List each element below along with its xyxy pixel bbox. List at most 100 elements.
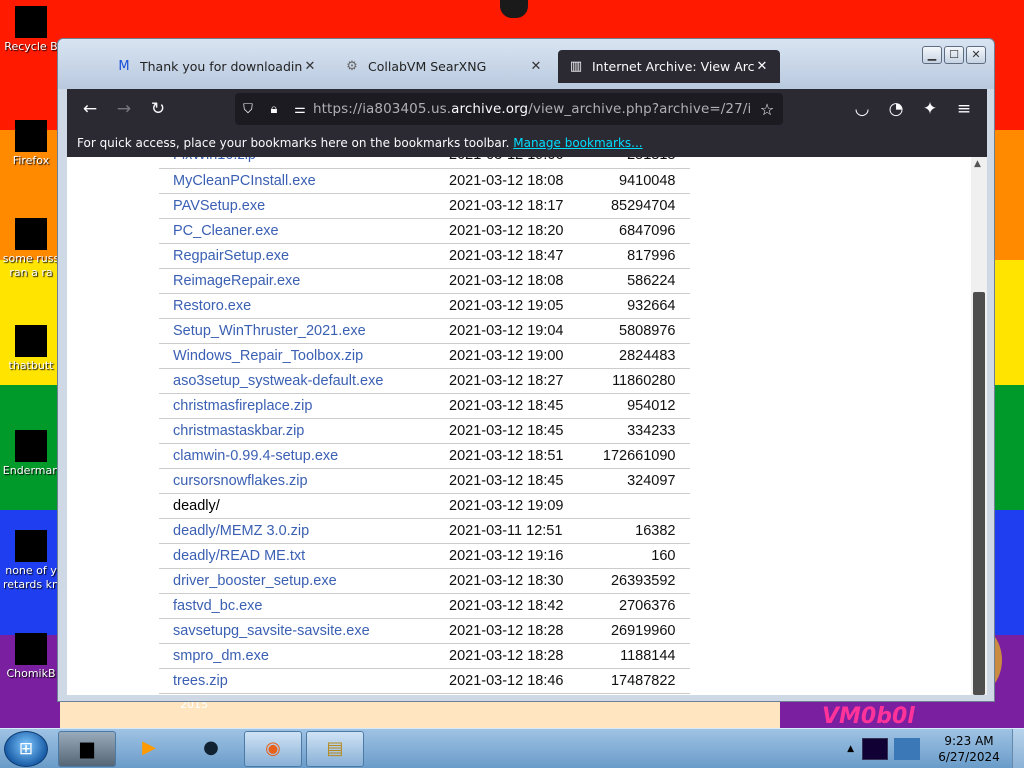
file-link[interactable]: aso3setup_systweak-default.exe <box>173 373 383 389</box>
reload-button[interactable]: ↻ <box>141 93 175 125</box>
file-link[interactable]: fastvd_bc.exe <box>173 598 262 614</box>
scrollbar-thumb[interactable] <box>973 292 985 695</box>
table-row: driver_booster_setup.exe 2021-03-12 18:30… <box>159 568 690 594</box>
start-button[interactable]: ⊞ <box>4 731 48 767</box>
file-link[interactable]: PC_Cleaner.exe <box>173 223 279 239</box>
cell-size <box>577 493 690 519</box>
table-row: cursorsnowflakes.zip 2021-03-12 18:45 3240… <box>159 468 690 494</box>
cell-name: FixWin10.zip <box>159 157 435 169</box>
lock-icon[interactable]: 🔒︎ <box>261 102 287 117</box>
url-bar[interactable]: ⛉ 🔒︎ ⚌ https://ia803405.us.archive.org/v… <box>235 93 783 125</box>
file-link[interactable]: Restoro.exe <box>173 298 251 314</box>
cell-name: Restoro.exe <box>159 293 435 319</box>
forward-button[interactable]: → <box>107 93 141 125</box>
account-icon[interactable]: ◔ <box>879 93 913 125</box>
file-link[interactable]: deadly/MEMZ 3.0.zip <box>173 523 309 539</box>
desktop-icon[interactable]: Enderman <box>0 430 62 478</box>
vertical-scrollbar[interactable]: ▲ <box>971 157 987 695</box>
tab-close-icon[interactable]: ✕ <box>754 59 770 74</box>
table-row: deadly/READ ME.txt 2021-03-12 19:16 160 <box>159 543 690 569</box>
navigation-toolbar: ← → ↻ ⛉ 🔒︎ ⚌ https://ia803405.us.archive… <box>67 89 987 129</box>
taskbar-item-media[interactable]: ▶ <box>120 731 178 767</box>
desktop-icon-label: thatbutt <box>8 359 54 372</box>
tab-malwarebytes[interactable]: M Thank you for downloading Ma✕ <box>106 50 328 83</box>
tab-searxng[interactable]: ⚙ CollabVM SearXNG ✕ <box>334 50 554 83</box>
media-player-icon: ▶ <box>142 737 156 758</box>
taskbar-item-window[interactable]: ▤ <box>306 731 364 767</box>
file-link[interactable]: PAVSetup.exe <box>173 198 265 214</box>
file-link[interactable]: christmasfireplace.zip <box>173 398 312 414</box>
file-link[interactable]: FixWin10.zip <box>173 157 256 163</box>
cell-name: Windows_Repair_Toolbox.zip <box>159 343 435 369</box>
file-link[interactable]: savsetupg_savsite-savsite.exe <box>173 623 370 639</box>
file-link[interactable]: MyCleanPCInstall.exe <box>173 173 316 189</box>
permissions-icon[interactable]: ⚌ <box>287 102 313 117</box>
taskbar-item-firefox[interactable]: ◉ <box>244 731 302 767</box>
archive-listing-table: FixWin10.zip2021-03-12 19:06251818 MyClea… <box>159 157 690 694</box>
tab-archive[interactable]: ▥ Internet Archive: View Archive✕ <box>558 50 780 83</box>
manage-bookmarks-link[interactable]: Manage bookmarks... <box>513 136 642 150</box>
file-link[interactable]: Setup_WinThruster_2021.exe <box>173 323 366 339</box>
shield-icon[interactable]: ⛉ <box>235 102 261 117</box>
file-link[interactable]: Windows_Repair_Toolbox.zip <box>173 348 363 364</box>
close-window-button[interactable]: ✕ <box>966 46 986 64</box>
tray-monitor-icon[interactable] <box>862 738 888 760</box>
file-link[interactable]: smpro_dm.exe <box>173 648 269 664</box>
file-link[interactable]: ReimageRepair.exe <box>173 273 300 289</box>
desktop-icon[interactable]: some russ ran a ra <box>0 218 62 280</box>
cell-date: 2021-03-12 18:42 <box>435 593 578 619</box>
file-link[interactable]: christmastaskbar.zip <box>173 423 304 439</box>
cell-date: 2021-03-12 19:16 <box>435 543 578 569</box>
scroll-up-icon[interactable]: ▲ <box>974 159 981 169</box>
table-row: fastvd_bc.exe 2021-03-12 18:42 2706376 <box>159 593 690 619</box>
file-link[interactable]: cursorsnowflakes.zip <box>173 473 308 489</box>
toolbar-right-actions: ◡ ◔ ✦ ≡ <box>845 93 981 125</box>
table-row: PC_Cleaner.exe 2021-03-12 18:20 6847096 <box>159 218 690 244</box>
cell-size: 932664 <box>577 293 690 319</box>
desktop-icon-label: ChomikB <box>6 667 56 680</box>
extensions-icon[interactable]: ✦ <box>913 93 947 125</box>
wallpaper-text-vm: VM0b0l <box>822 704 915 729</box>
desktop-icon-image <box>15 218 47 250</box>
desktop-icon[interactable]: ChomikB <box>0 633 62 681</box>
pocket-icon[interactable]: ◡ <box>845 93 879 125</box>
cell-name: ReimageRepair.exe <box>159 268 435 294</box>
table-row: Setup_WinThruster_2021.exe 2021-03-12 19:… <box>159 318 690 344</box>
cell-name: clamwin-0.99.4-setup.exe <box>159 443 435 469</box>
file-link[interactable]: deadly/READ ME.txt <box>173 548 305 564</box>
bookmark-star-icon[interactable]: ☆ <box>751 100 783 119</box>
cell-name: aso3setup_systweak-default.exe <box>159 368 435 394</box>
taskbar-item-explorer[interactable]: ▆ <box>58 731 116 767</box>
file-link[interactable]: driver_booster_setup.exe <box>173 573 337 589</box>
cell-size: 586224 <box>577 268 690 294</box>
show-desktop-button[interactable] <box>1012 729 1024 768</box>
desktop-icon-label: none of y <box>5 564 57 577</box>
back-button[interactable]: ← <box>73 93 107 125</box>
tray-expand-icon[interactable]: ▲ <box>847 744 854 754</box>
desktop-icon[interactable]: thatbutt <box>0 325 62 373</box>
cell-date: 2021-03-12 18:28 <box>435 618 578 644</box>
table-row: deadly/MEMZ 3.0.zip 2021-03-11 12:51 16382 <box>159 518 690 544</box>
url-text[interactable]: https://ia803405.us.archive.org/view_arc… <box>313 101 751 117</box>
desktop-icon[interactable]: Recycle B <box>0 6 62 54</box>
table-row: Restoro.exe 2021-03-12 19:05 932664 <box>159 293 690 319</box>
cell-date: 2021-03-12 18:46 <box>435 668 578 694</box>
desktop-icon[interactable]: none of y retards kn <box>0 530 62 592</box>
tray-network-icon[interactable] <box>894 738 920 760</box>
tab-close-icon[interactable]: ✕ <box>528 59 544 74</box>
table-row: FixWin10.zip 2021-03-12 19:06251818 <box>159 157 690 169</box>
clock[interactable]: 9:23 AM 6/27/2024 <box>926 733 1012 765</box>
file-link[interactable]: trees.zip <box>173 673 228 689</box>
cell-name: PAVSetup.exe <box>159 193 435 219</box>
minimize-button[interactable]: ▁ <box>922 46 942 64</box>
maximize-button[interactable]: ☐ <box>944 46 964 64</box>
system-tray: ▲ 9:23 AM 6/27/2024 <box>847 729 1024 768</box>
taskbar-item-globe[interactable]: ● <box>182 731 240 767</box>
desktop-icon[interactable]: Firefox <box>0 120 62 168</box>
file-link[interactable]: clamwin-0.99.4-setup.exe <box>173 448 338 464</box>
tab-label: CollabVM SearXNG <box>368 59 487 74</box>
tab-close-icon[interactable]: ✕ <box>302 59 318 74</box>
file-link[interactable]: RegpairSetup.exe <box>173 248 289 264</box>
menu-icon[interactable]: ≡ <box>947 93 981 125</box>
browser-window: ▁ ☐ ✕ MThank you for downloading Ma✕⚙Col… <box>57 38 995 702</box>
